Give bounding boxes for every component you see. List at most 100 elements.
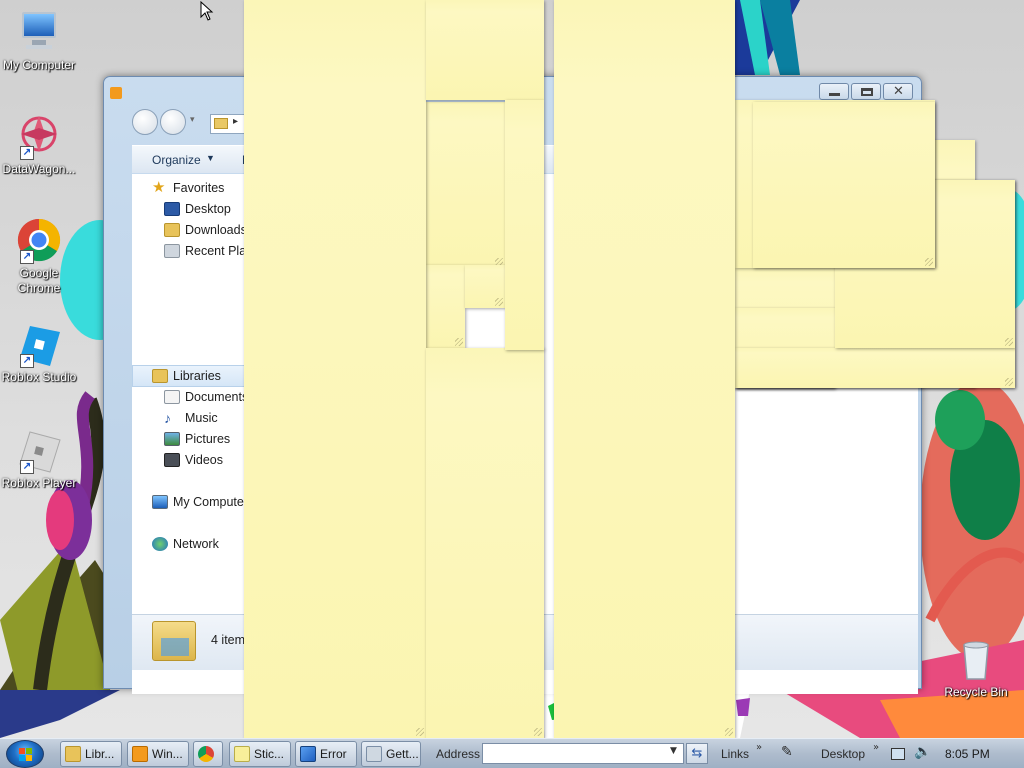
desktop-icon-datawagon[interactable]: ↗ DataWagon... (0, 114, 78, 177)
error-icon (300, 746, 316, 762)
music-note-icon: ♪ (164, 410, 171, 426)
explorer-address-bar[interactable]: ▸ (210, 114, 246, 134)
clock[interactable]: 8:05 PM (945, 747, 990, 761)
organize-dropdown-icon[interactable]: ▼ (206, 153, 215, 163)
nav-label: Network (173, 537, 219, 551)
navigation-pane: ★ Favorites Desktop Downloads Recent Pla… (132, 174, 266, 614)
sticky-note[interactable] (735, 348, 1015, 388)
desktop-icon-label: My Computer (2, 58, 76, 72)
computer-icon (152, 495, 168, 509)
libraries-icon (152, 369, 168, 383)
organize-button[interactable]: Organize (152, 153, 201, 167)
downloads-folder-icon (164, 223, 180, 237)
desktop-icon-google-chrome[interactable]: ↗ Google Chrome (0, 218, 78, 296)
resize-grip[interactable] (534, 728, 542, 736)
taskbar-button-chrome[interactable] (193, 741, 223, 767)
sticky-note[interactable] (465, 265, 505, 308)
chrome-icon (198, 746, 214, 762)
go-button[interactable]: ⇆ (686, 743, 708, 764)
desktop-chevron-icon[interactable]: » (873, 742, 879, 753)
sticky-note[interactable] (426, 0, 544, 100)
desktop-icon-label: Recycle Bin (944, 685, 1008, 699)
nav-label: Downloads (185, 223, 247, 237)
links-chevron-icon[interactable]: » (756, 742, 762, 753)
sticky-note[interactable] (554, 0, 735, 738)
sticky-note[interactable] (505, 100, 544, 350)
back-button[interactable] (132, 109, 158, 135)
nav-music[interactable]: ♪ Music (164, 408, 218, 428)
network-tray-icon[interactable] (891, 748, 905, 760)
desktop-icon-label: Roblox Studio (1, 370, 77, 384)
desktop-icon-label: Google Chrome (17, 266, 61, 295)
taskbar-button-label: Libr... (85, 747, 115, 761)
recent-places-icon (164, 244, 180, 258)
sticky-note[interactable] (426, 348, 544, 738)
resize-grip[interactable] (1005, 378, 1013, 386)
nav-label: Videos (185, 453, 223, 467)
mouse-cursor-icon (200, 1, 214, 21)
quick-launch-edit-icon[interactable]: ✎ (781, 744, 793, 760)
resize-grip[interactable] (725, 728, 733, 736)
desktop: My Computer ↗ DataWagon... ↗ Google Chro… (0, 0, 1024, 738)
nav-documents[interactable]: Documents (164, 387, 248, 407)
desktop-toolbar-label[interactable]: Desktop (821, 747, 865, 761)
media-player-icon (110, 87, 122, 99)
desktop-icon-roblox-studio[interactable]: ↗ Roblox Studio (0, 322, 78, 385)
nav-label: My Computer (173, 495, 249, 509)
pictures-icon (164, 432, 180, 446)
resize-grip[interactable] (495, 298, 503, 306)
sticky-notes-icon (234, 746, 250, 762)
desktop-icon-roblox-player[interactable]: ↗ Roblox Player (0, 428, 78, 491)
nav-label: Desktop (185, 202, 231, 216)
resize-grip[interactable] (455, 338, 463, 346)
star-icon: ★ (152, 179, 166, 196)
desktop-icon-label: Roblox Player (1, 476, 77, 490)
nav-network[interactable]: Network (152, 534, 219, 554)
windows-logo-icon (19, 748, 32, 761)
taskbar-button-libraries[interactable]: Libr... (60, 741, 122, 767)
nav-videos[interactable]: Videos (164, 450, 223, 470)
videos-icon (164, 453, 180, 467)
taskbar-button-windows-media[interactable]: Win... (127, 741, 189, 767)
navigation-bar: ▾ ▸ (132, 107, 252, 137)
nav-label: Music (185, 411, 218, 425)
roblox-studio-icon: ↗ (16, 322, 62, 368)
nav-downloads[interactable]: Downloads (164, 220, 247, 240)
documents-icon (164, 390, 180, 404)
taskbar-button-label: Gett... (386, 747, 419, 761)
nav-pictures[interactable]: Pictures (164, 429, 230, 449)
nav-label: Favorites (173, 181, 225, 195)
forward-button[interactable] (160, 109, 186, 135)
sticky-note[interactable] (244, 0, 426, 738)
taskbar-button-getting-started[interactable]: Gett... (361, 741, 421, 767)
desktop-icon-my-computer[interactable]: My Computer (0, 10, 78, 73)
taskbar-button-label: Error (320, 747, 347, 761)
recent-pages-arrow-icon[interactable]: ▾ (190, 115, 195, 125)
resize-grip[interactable] (925, 258, 933, 266)
nav-desktop[interactable]: Desktop (164, 199, 231, 219)
nav-libraries[interactable]: Libraries (152, 366, 221, 386)
sticky-note[interactable] (753, 102, 935, 268)
folder-icon (214, 118, 228, 129)
resize-grip[interactable] (416, 728, 424, 736)
nav-favorites[interactable]: ★ Favorites (152, 178, 224, 198)
start-button[interactable] (6, 740, 44, 768)
network-icon (152, 537, 168, 551)
taskbar-address-input[interactable] (482, 743, 684, 764)
taskbar-button-label: Stic... (254, 747, 285, 761)
links-toolbar-label[interactable]: Links (721, 747, 749, 761)
taskbar-button-sticky-notes[interactable]: Stic... (229, 741, 291, 767)
sticky-note[interactable] (425, 265, 465, 348)
sticky-note[interactable] (425, 102, 505, 268)
resize-grip[interactable] (1005, 338, 1013, 346)
datawagon-icon: ↗ (16, 114, 62, 160)
desktop-icon-recycle-bin[interactable]: Recycle Bin (937, 637, 1015, 700)
volume-icon[interactable]: 🔈 (914, 744, 931, 760)
computer-icon (16, 10, 62, 56)
taskbar-button-error[interactable]: Error (295, 741, 357, 767)
address-dropdown-icon[interactable]: ▼ (670, 746, 677, 756)
roblox-player-icon: ↗ (16, 428, 62, 474)
getting-started-icon (366, 746, 382, 762)
nav-my-computer[interactable]: My Computer (152, 492, 248, 512)
taskbar-button-label: Win... (152, 747, 183, 761)
